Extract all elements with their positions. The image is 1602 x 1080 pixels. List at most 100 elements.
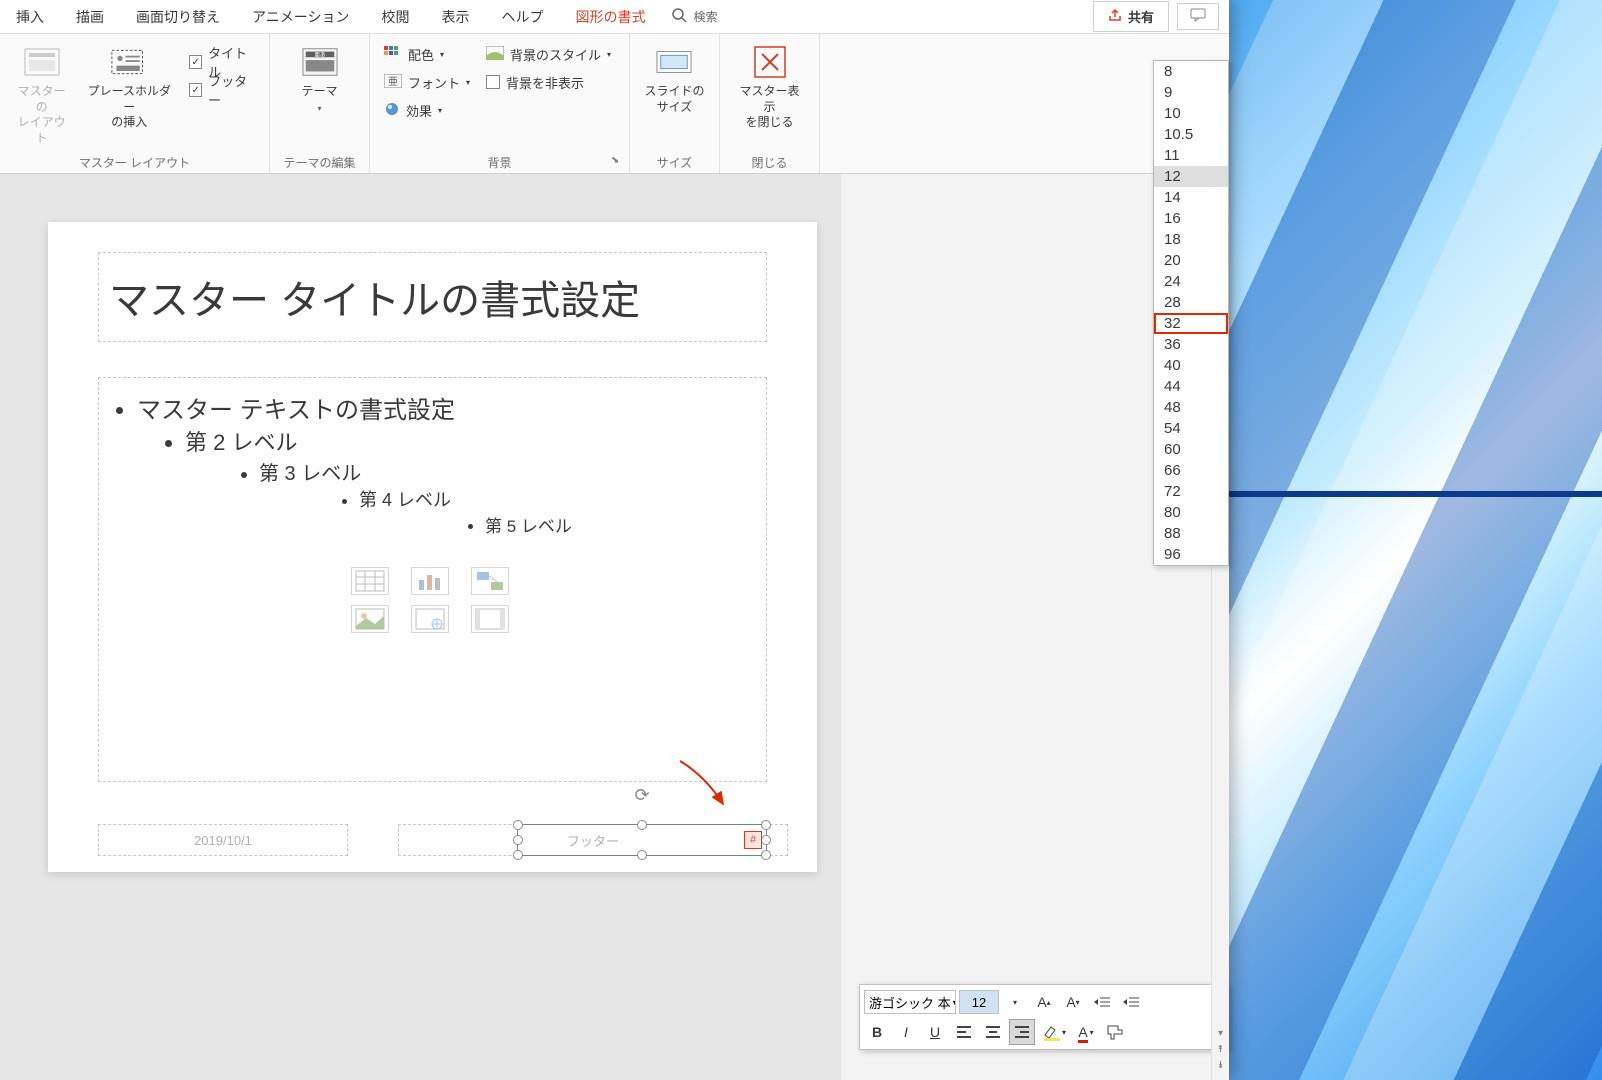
italic-button[interactable]: I: [893, 1019, 919, 1045]
font-size-option[interactable]: 18: [1154, 229, 1228, 250]
slide-number-placeholder[interactable]: ⟳ #: [517, 824, 767, 856]
ribbon-tab[interactable]: 描画: [60, 0, 120, 35]
footer-checkbox[interactable]: ✓ フッター: [185, 78, 259, 102]
align-right-button[interactable]: [1009, 1019, 1035, 1045]
chevron-down-icon: ▾: [607, 50, 611, 59]
font-size-option[interactable]: 72: [1154, 481, 1228, 502]
font-size-option[interactable]: 14: [1154, 187, 1228, 208]
font-size-option[interactable]: 96: [1154, 544, 1228, 565]
selection-handle[interactable]: [637, 820, 647, 830]
master-content-placeholder[interactable]: マスター テキストの書式設定 第 2 レベル 第 3 レベル 第 4 レベル 第…: [98, 377, 767, 782]
decrease-font-size-button[interactable]: A▾: [1060, 989, 1086, 1015]
font-size-option[interactable]: 12: [1154, 166, 1228, 187]
ribbon-tab[interactable]: アニメーション: [236, 0, 365, 35]
ribbon-tab[interactable]: ヘルプ: [485, 0, 559, 35]
increase-indent-button[interactable]: [1118, 989, 1144, 1015]
next-slide-icon[interactable]: ⯯: [1218, 1060, 1224, 1076]
ribbon-group-size: スライドの サイズ サイズ: [630, 34, 720, 173]
ribbon-panel: マスターの レイアウト プレースホルダー の挿入 ✓ タイトル ✓ フッター: [0, 34, 1229, 174]
smartart-icon[interactable]: [471, 567, 509, 595]
search-icon: [671, 7, 687, 26]
colors-dropdown[interactable]: 配色 ▾: [380, 42, 474, 66]
master-title-placeholder[interactable]: マスター タイトルの書式設定: [98, 252, 767, 342]
increase-font-size-button[interactable]: A▴: [1031, 989, 1057, 1015]
highlight-color-button[interactable]: ▾: [1038, 1019, 1070, 1045]
ribbon-tab[interactable]: 画面切り替え: [120, 0, 236, 35]
background-styles-dropdown[interactable]: 背景のスタイル ▾: [482, 42, 615, 66]
font-size-option[interactable]: 36: [1154, 334, 1228, 355]
video-icon[interactable]: [471, 605, 509, 633]
font-size-option[interactable]: 44: [1154, 376, 1228, 397]
font-size-option[interactable]: 40: [1154, 355, 1228, 376]
font-size-option[interactable]: 48: [1154, 397, 1228, 418]
selection-handle[interactable]: [513, 820, 523, 830]
selection-handle[interactable]: [513, 835, 523, 845]
selection-handle[interactable]: [513, 850, 523, 860]
font-size-option[interactable]: 32: [1154, 313, 1228, 334]
font-size-option[interactable]: 28: [1154, 292, 1228, 313]
hide-background-checkbox[interactable]: 背景を非表示: [482, 70, 615, 94]
selection-handle[interactable]: [761, 820, 771, 830]
format-painter-button[interactable]: [1102, 1019, 1128, 1045]
selection-handle[interactable]: [637, 850, 647, 860]
svg-text:亜あ: 亜あ: [314, 51, 326, 58]
slide-size-icon: [656, 44, 692, 80]
chevron-down-icon: ▾: [440, 50, 444, 59]
effects-dropdown[interactable]: 効果 ▾: [380, 98, 474, 122]
checkmark-icon: ✓: [189, 55, 202, 69]
font-size-option[interactable]: 20: [1154, 250, 1228, 271]
font-size-option[interactable]: 24: [1154, 271, 1228, 292]
scroll-down-icon[interactable]: ▾: [1218, 1028, 1223, 1044]
align-left-button[interactable]: [951, 1019, 977, 1045]
font-size-option[interactable]: 10.5: [1154, 124, 1228, 145]
background-styles-icon: [486, 46, 504, 63]
search-label: 検索: [693, 8, 717, 25]
slide-size-button[interactable]: スライドの サイズ: [640, 40, 708, 119]
search-box[interactable]: 検索: [671, 7, 717, 26]
font-size-option[interactable]: 66: [1154, 460, 1228, 481]
font-size-option[interactable]: 60: [1154, 439, 1228, 460]
chart-icon[interactable]: [411, 567, 449, 595]
font-color-button[interactable]: A▾: [1073, 1019, 1099, 1045]
table-icon[interactable]: [351, 567, 389, 595]
slide-number-text-selected[interactable]: #: [744, 831, 762, 849]
font-size-dropdown-icon[interactable]: ▾: [1002, 989, 1028, 1015]
decrease-indent-button[interactable]: [1089, 989, 1115, 1015]
online-picture-icon[interactable]: [411, 605, 449, 633]
font-size-input[interactable]: 12: [959, 990, 999, 1014]
comments-button[interactable]: [1177, 3, 1219, 30]
dialog-launcher-icon[interactable]: ⬊: [611, 155, 625, 169]
font-name-input[interactable]: 游ゴシック 本▾: [864, 990, 956, 1014]
close-master-view-button[interactable]: マスター表示 を閉じる: [730, 40, 809, 135]
fonts-dropdown[interactable]: 亜 フォント ▾: [380, 70, 474, 94]
ribbon-tab[interactable]: 図形の書式: [559, 0, 661, 35]
rotate-handle-icon[interactable]: ⟳: [630, 785, 654, 809]
themes-button[interactable]: 亜あ テーマ ▾: [292, 40, 348, 118]
insert-placeholder-button[interactable]: プレースホルダー の挿入: [81, 40, 177, 135]
bold-button[interactable]: B: [864, 1019, 890, 1045]
font-size-option[interactable]: 80: [1154, 502, 1228, 523]
font-size-option[interactable]: 16: [1154, 208, 1228, 229]
ribbon-tab[interactable]: 表示: [425, 0, 485, 35]
selection-handle[interactable]: [761, 835, 771, 845]
picture-icon[interactable]: [351, 605, 389, 633]
font-size-option[interactable]: 9: [1154, 82, 1228, 103]
font-size-option[interactable]: 54: [1154, 418, 1228, 439]
prev-slide-icon[interactable]: ⯭: [1218, 1044, 1224, 1060]
underline-button[interactable]: U: [922, 1019, 948, 1045]
master-layout-icon: [24, 44, 60, 80]
checkbox-icon: [486, 75, 500, 89]
font-size-option[interactable]: 8: [1154, 61, 1228, 82]
ribbon-tab[interactable]: 校閲: [365, 0, 425, 35]
align-center-button[interactable]: [980, 1019, 1006, 1045]
font-size-option[interactable]: 11: [1154, 145, 1228, 166]
share-button[interactable]: 共有: [1093, 1, 1169, 32]
date-placeholder[interactable]: 2019/10/1: [98, 824, 348, 856]
svg-text:亜: 亜: [388, 77, 398, 88]
ribbon-tab[interactable]: 挿入: [0, 0, 60, 35]
colors-icon: [384, 46, 402, 63]
slide-edit-area[interactable]: マスター タイトルの書式設定 マスター テキストの書式設定 第 2 レベル 第 …: [0, 174, 841, 1080]
font-size-option[interactable]: 88: [1154, 523, 1228, 544]
font-size-option[interactable]: 10: [1154, 103, 1228, 124]
selection-handle[interactable]: [761, 850, 771, 860]
